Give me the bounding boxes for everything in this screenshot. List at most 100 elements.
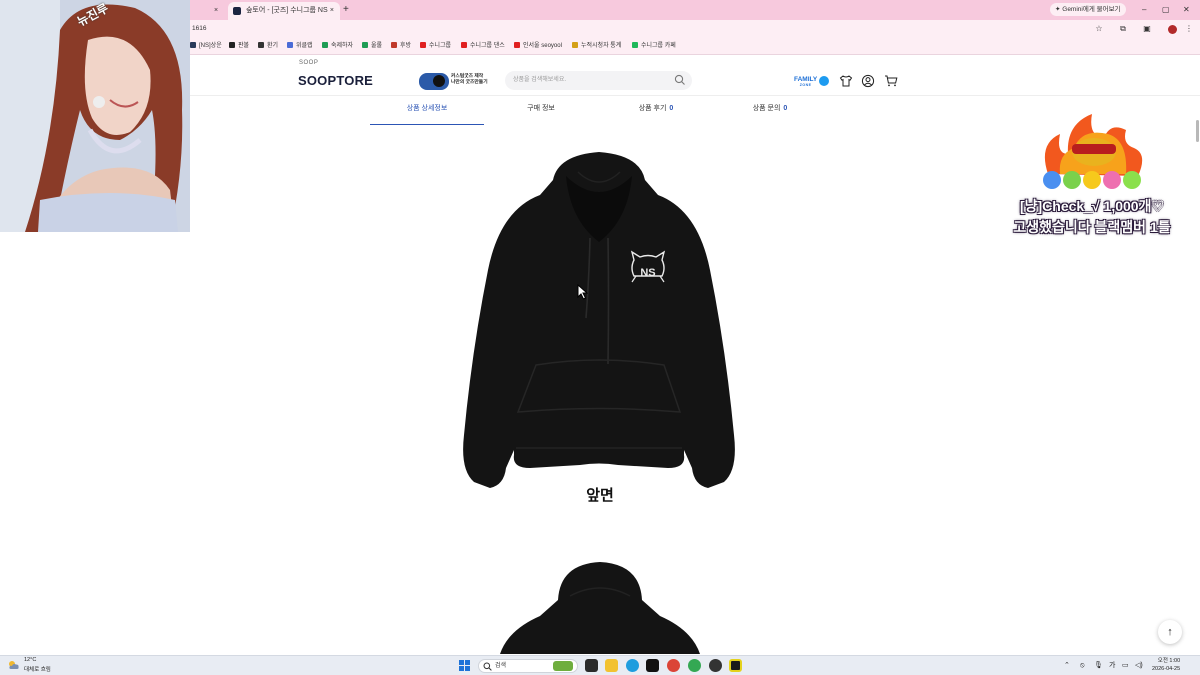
bookmark-item[interactable]: 누적시청자 통계: [572, 38, 621, 54]
monitor-icon[interactable]: ▭: [1122, 658, 1129, 673]
tab-label: 상품 문의: [752, 105, 781, 112]
active-tab[interactable]: 숲토어 - [굿즈] 수니그룹 NS ×: [228, 2, 340, 20]
inquiry-count: 0: [783, 105, 788, 112]
speaker-icon[interactable]: ◁): [1135, 658, 1143, 673]
minimize-button[interactable]: –: [1142, 2, 1146, 18]
family-badge-icon: [819, 76, 829, 86]
weather-description: 대체로 흐림: [24, 667, 51, 673]
bookmark-item[interactable]: 후방: [391, 38, 411, 54]
custom-goods-banner[interactable]: 커스텀굿즈 제작 나만의 굿즈만들기: [419, 73, 493, 90]
system-clock[interactable]: 오전 1:00 2026-04-25: [1152, 657, 1180, 673]
taskbar-search-input[interactable]: 검색: [478, 659, 578, 673]
gemini-button[interactable]: ✦ Gemini에게 물어보기: [1050, 3, 1126, 16]
bookmark-item[interactable]: 울롤: [362, 38, 382, 54]
microphone-icon[interactable]: 🎙: [1094, 658, 1103, 673]
tab-inquiries[interactable]: 상품 문의 0: [713, 97, 827, 125]
obs-icon[interactable]: [709, 659, 722, 672]
cart-icon[interactable]: [884, 74, 898, 88]
cloud-weather-icon[interactable]: [8, 660, 20, 670]
promo-text: 커스텀굿즈 제작 나만의 굿즈만들기: [451, 74, 488, 86]
side-panel-icon[interactable]: ▣: [1140, 22, 1154, 36]
chrome-profile-icon[interactable]: [688, 659, 701, 672]
donation-alert-text: [냥]Check_√ 1,000개♡ 고생했습니다 블랙맴버 1틀: [994, 196, 1190, 238]
address-url[interactable]: 1616: [192, 20, 206, 38]
site-favicon-icon: [233, 7, 241, 15]
hoodie-back-image: [500, 562, 700, 654]
bookmark-item[interactable]: 위클랩: [287, 38, 313, 54]
webcam-overlay: 뉴진루: [0, 0, 190, 232]
bookmark-favicon-icon: [190, 42, 196, 48]
active-tab-title: 숲토어 - [굿즈] 수니그룹 NS: [245, 7, 328, 14]
alert-line: [냥]Check_√ 1,000개♡: [1019, 198, 1165, 214]
search-icon[interactable]: [674, 74, 686, 86]
brand-logo[interactable]: SOOPTORE: [298, 73, 373, 88]
bookmark-favicon-icon: [420, 42, 426, 48]
weather-temperature: 12°C: [24, 657, 37, 663]
taskbar: 12°C 대체로 흐림 검색 ⌃ ⦸ 🎙 가 ▭ ◁) 오전 1:00 2026…: [0, 655, 1200, 675]
tab-product-details[interactable]: 상품 상세정보: [370, 97, 484, 125]
bookmark-favicon-icon: [572, 42, 578, 48]
product-tabs: 상품 상세정보 구매 정보 상품 후기 0 상품 문의 0: [370, 97, 828, 125]
clock-date: 2026-04-25: [1152, 666, 1181, 672]
ns-logo-text: NS: [640, 267, 655, 279]
search-placeholder: 상품을 검색해보세요.: [513, 77, 567, 83]
tab-label: 구매 정보: [527, 105, 555, 112]
bookmark-item[interactable]: 수니그룹 댄스: [461, 38, 505, 54]
file-explorer-icon[interactable]: [605, 659, 618, 672]
tiktok-icon[interactable]: [646, 659, 659, 672]
front-caption: 앞면: [586, 487, 614, 504]
active-tab-close-button[interactable]: ×: [330, 2, 334, 20]
sparkle-icon: ✦: [1055, 6, 1061, 13]
scrollbar-thumb[interactable]: [1196, 120, 1199, 142]
search-input[interactable]: 상품을 검색해보세요.: [505, 71, 692, 90]
network-icon[interactable]: ⦸: [1080, 658, 1085, 673]
bookmark-item[interactable]: 수니그룹 카페: [632, 38, 676, 54]
bookmark-favicon-icon: [391, 42, 397, 48]
promo-line: 나만의 굿즈만들기: [451, 80, 488, 85]
app-icon[interactable]: [729, 659, 742, 672]
bookmark-item[interactable]: [NS]상운: [190, 38, 222, 54]
clock-time: 오전 1:00: [1157, 658, 1181, 664]
tab-reviews[interactable]: 상품 후기 0: [599, 97, 713, 125]
fire-mascot-icon: [1043, 114, 1143, 189]
bookmark-favicon-icon: [461, 42, 467, 48]
chrome-icon[interactable]: [667, 659, 680, 672]
more-menu-icon[interactable]: ⋮: [1182, 22, 1196, 36]
close-window-button[interactable]: ✕: [1183, 2, 1190, 18]
extensions-icon[interactable]: ⧉: [1116, 22, 1130, 36]
bookmark-favicon-icon: [258, 42, 264, 48]
screen: × 숲토어 - [굿즈] 수니그룹 NS × + ✦ Gemini에게 물어보기…: [0, 0, 1200, 675]
search-icon: [483, 662, 492, 671]
edge-browser-icon[interactable]: [626, 659, 639, 672]
bookmark-item[interactable]: 숙제하자: [322, 38, 353, 54]
task-view-icon[interactable]: [585, 659, 598, 672]
tab-purchase-info[interactable]: 구매 정보: [484, 97, 598, 125]
gemini-button-label: Gemini에게 물어보기: [1062, 6, 1121, 13]
bookmark-item[interactable]: 수니그룹: [420, 38, 451, 54]
bookmark-favicon-icon: [229, 42, 235, 48]
tshirt-icon[interactable]: [839, 74, 853, 88]
ime-indicator[interactable]: 가: [1109, 658, 1115, 673]
review-count: 0: [669, 105, 674, 112]
alert-line: 고생했습니다 블랙맴버 1틀: [1013, 219, 1171, 235]
family-sub-label: ZONE: [799, 83, 812, 87]
family-zone-link[interactable]: FAMILY ZONE: [794, 76, 817, 87]
inactive-tab-close-button[interactable]: ×: [214, 2, 218, 20]
new-tab-button[interactable]: +: [343, 2, 349, 18]
bookmark-item[interactable]: 판볼: [229, 38, 249, 54]
user-icon[interactable]: [861, 74, 875, 88]
scroll-to-top-button[interactable]: ↑: [1158, 620, 1182, 644]
windows-start-icon[interactable]: [459, 660, 470, 671]
mouse-cursor-icon: [577, 284, 588, 300]
bookmark-item[interactable]: 인서울 seoyool: [514, 38, 562, 54]
taskbar-search-placeholder: 검색: [495, 663, 507, 669]
tab-label: 상품 후기: [638, 105, 667, 112]
bookmark-item[interactable]: 환기: [258, 38, 278, 54]
profile-avatar[interactable]: [1168, 25, 1177, 34]
bookmark-favicon-icon: [362, 42, 368, 48]
search-highlight-icon: [553, 661, 573, 671]
bookmark-star-icon[interactable]: ☆: [1092, 22, 1106, 36]
bookmark-favicon-icon: [322, 42, 328, 48]
chevron-up-icon[interactable]: ⌃: [1064, 658, 1070, 673]
maximize-button[interactable]: ▢: [1162, 2, 1170, 18]
